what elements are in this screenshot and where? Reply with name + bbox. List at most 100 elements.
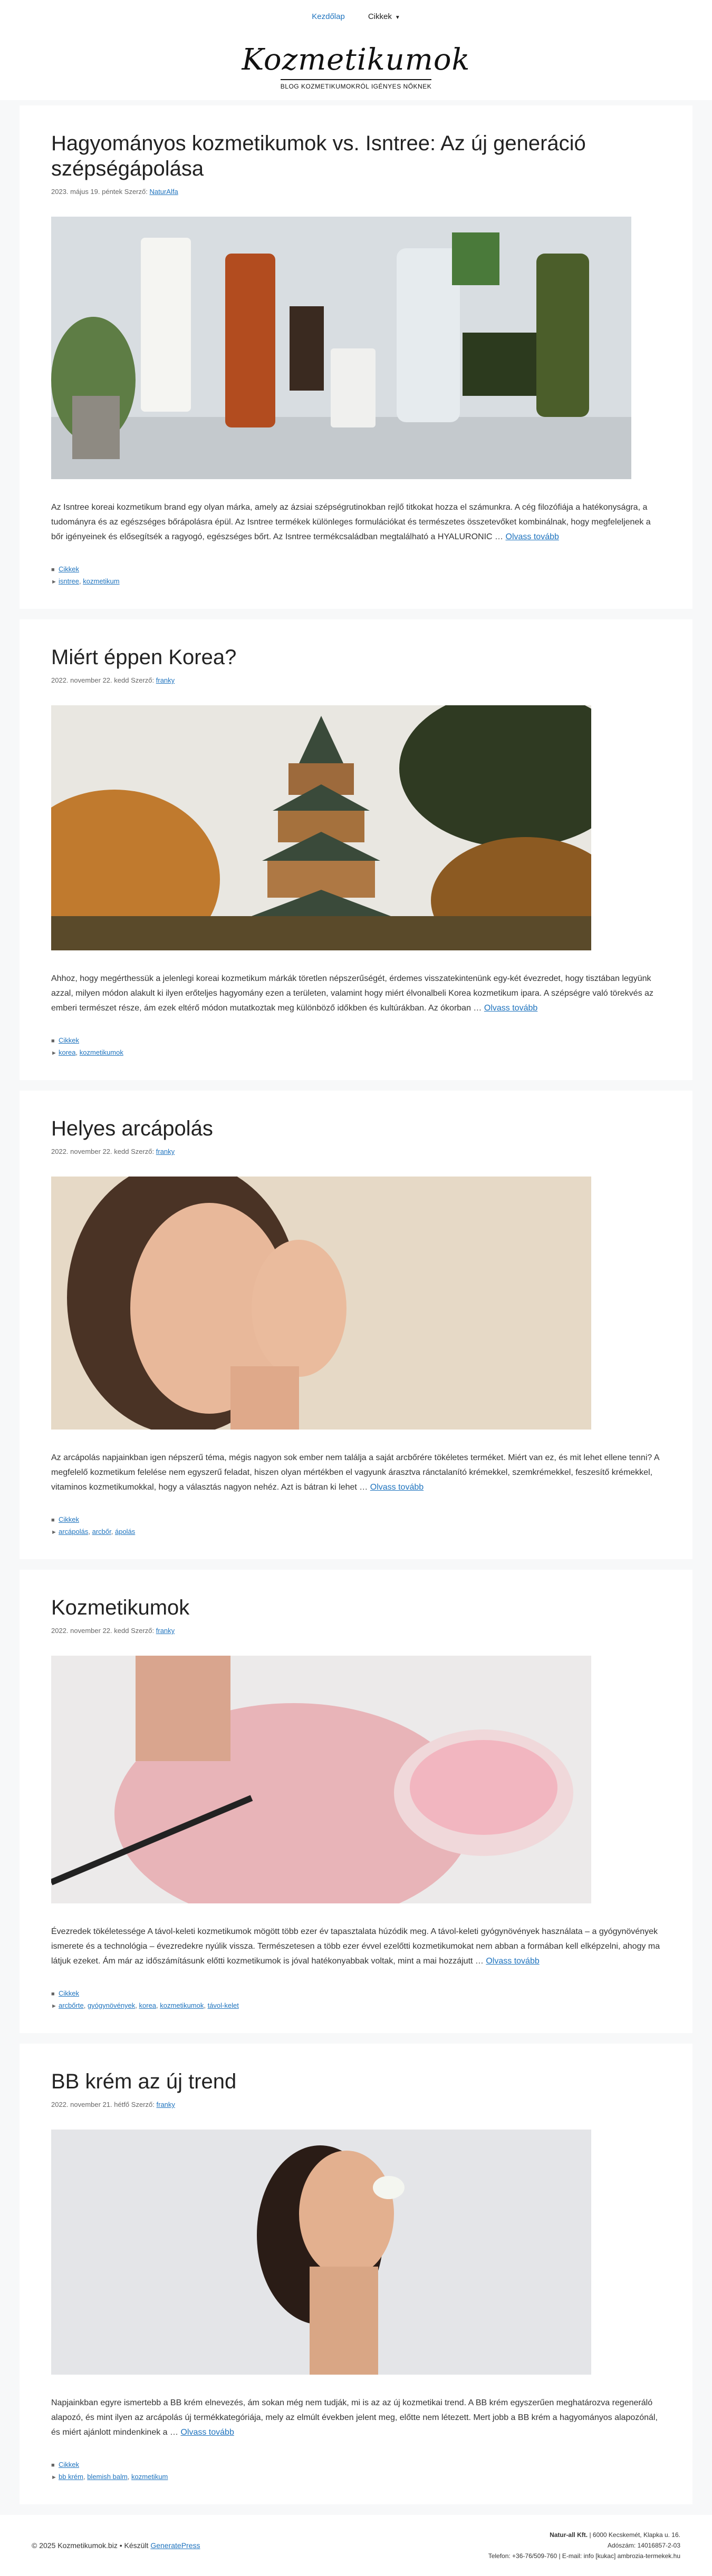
copyright-text: © 2025 Kozmetikumok.biz • Készült [32, 2541, 149, 2550]
tag-link[interactable]: kozmetikum [131, 2473, 168, 2481]
nav-home-link[interactable]: Kezdőlap [312, 12, 345, 21]
author-prefix: Szerző: [131, 676, 155, 684]
post-title[interactable]: BB krém az új trend [51, 2069, 661, 2094]
post-terms: ■ Cikkek ► isntree, kozmetikum [51, 563, 661, 588]
folder-icon: ■ [51, 567, 55, 573]
featured-image-bbcream[interactable] [51, 2130, 591, 2375]
excerpt-text: Az Isntree koreai kozmetikum brand egy o… [51, 503, 651, 541]
author-prefix: Szerző: [124, 188, 148, 196]
post-excerpt: Napjainkban egyre ismertebb a BB krém el… [51, 2396, 661, 2440]
author-prefix: Szerző: [131, 2101, 155, 2108]
author-prefix: Szerző: [131, 1148, 155, 1155]
post-terms: ■ Cikkek ► korea, kozmetikumok [51, 1035, 661, 1059]
tag-icon: ► [51, 1050, 57, 1056]
site-logo[interactable]: Kozmetikumok [242, 43, 470, 77]
featured-image-cosmetics[interactable] [51, 217, 631, 479]
folder-icon: ■ [51, 2462, 55, 2468]
site-tagline: BLOG KOZMETIKUMOKRÓL IGÉNYES NŐKNEK [280, 79, 432, 90]
company-name: Natur-all Kft. [550, 2531, 588, 2539]
read-more-link[interactable]: Olvass tovább [370, 1483, 424, 1492]
tag-link[interactable]: ápolás [115, 1528, 135, 1535]
author-link[interactable]: franky [156, 1627, 175, 1635]
excerpt-text: Az arcápolás napjainkban igen népszerű t… [51, 1453, 659, 1492]
featured-image-facecare[interactable] [51, 1177, 591, 1430]
read-more-link[interactable]: Olvass tovább [180, 2428, 234, 2437]
post-excerpt: Az arcápolás napjainkban igen népszerű t… [51, 1451, 661, 1495]
chevron-down-icon: ▼ [395, 14, 400, 21]
post-date: 2022. november 22. kedd [51, 676, 129, 684]
excerpt-text: Napjainkban egyre ismertebb a BB krém el… [51, 2398, 658, 2437]
tag-link[interactable]: kozmetikumok [80, 1048, 123, 1056]
post-meta: 2022. november 22. kedd Szerző: franky [51, 676, 661, 684]
post-excerpt: Ahhoz, hogy megérthessük a jelenlegi kor… [51, 971, 661, 1016]
featured-image-korea[interactable] [51, 705, 591, 950]
category-link[interactable]: Cikkek [59, 1515, 79, 1523]
post-card: Helyes arcápolás 2022. november 22. kedd… [20, 1091, 692, 1559]
tag-icon: ► [51, 1529, 57, 1535]
site-branding: Kozmetikumok BLOG KOZMETIKUMOKRÓL IGÉNYE… [0, 33, 712, 100]
tag-link[interactable]: arcbőrte [59, 2001, 84, 2009]
tag-link[interactable]: korea [139, 2001, 157, 2009]
tag-link[interactable]: bb krém [59, 2473, 83, 2481]
category-link[interactable]: Cikkek [59, 565, 79, 573]
footer-contact: Natur-all Kft. | 6000 Kecskemét, Klapka … [488, 2530, 680, 2561]
company-tax: Adószám: 14016857-2-03 [607, 2542, 680, 2549]
post-excerpt: Az Isntree koreai kozmetikum brand egy o… [51, 500, 661, 545]
post-meta: 2022. november 22. kedd Szerző: franky [51, 1627, 661, 1635]
author-link[interactable]: franky [156, 1148, 175, 1155]
post-date: 2022. november 22. kedd [51, 1627, 129, 1635]
tag-link[interactable]: isntree [59, 577, 79, 585]
tag-link[interactable]: korea [59, 1048, 76, 1056]
post-date: 2023. május 19. péntek [51, 188, 123, 196]
author-link[interactable]: franky [157, 2101, 175, 2108]
tag-icon: ► [51, 2474, 57, 2481]
author-prefix: Szerző: [131, 1627, 155, 1635]
read-more-link[interactable]: Olvass tovább [484, 1004, 537, 1013]
excerpt-text: Évezredek tökéletessége A távol-keleti k… [51, 1927, 660, 1966]
excerpt-text: Ahhoz, hogy megérthessük a jelenlegi kor… [51, 974, 653, 1013]
tag-link[interactable]: blemish balm [87, 2473, 128, 2481]
author-link[interactable]: franky [156, 676, 175, 684]
category-link[interactable]: Cikkek [59, 2461, 79, 2468]
post-date: 2022. november 21. hétfő [51, 2101, 130, 2108]
post-card: Hagyományos kozmetikumok vs. Isntree: Az… [20, 105, 692, 609]
tag-icon: ► [51, 579, 57, 585]
folder-icon: ■ [51, 1991, 55, 1997]
tag-link[interactable]: gyógynövények [88, 2001, 135, 2009]
tag-link[interactable]: kozmetikum [83, 577, 119, 585]
post-card: Miért éppen Korea? 2022. november 22. ke… [20, 619, 692, 1080]
post-meta: 2023. május 19. péntek Szerző: NaturAlfa [51, 188, 661, 196]
company-contact: Telefon: +36-76/509-760 | E-mail: info [… [488, 2552, 680, 2560]
post-terms: ■ Cikkek ► bb krém, blemish balm, kozmetik… [51, 2459, 661, 2483]
post-meta: 2022. november 22. kedd Szerző: franky [51, 1148, 661, 1155]
tag-link[interactable]: kozmetikumok [160, 2001, 204, 2009]
post-list: Hagyományos kozmetikumok vs. Isntree: Az… [20, 100, 692, 2504]
pink-face-mask-image [51, 1656, 591, 1903]
tag-icon: ► [51, 2003, 57, 2009]
company-address: | 6000 Kecskemét, Klapka u. 16. [589, 2531, 680, 2539]
nav-articles-label: Cikkek [368, 12, 392, 21]
post-title[interactable]: Helyes arcápolás [51, 1116, 661, 1141]
post-terms: ■ Cikkek ► arcápolás, arcbőr, ápolás [51, 1514, 661, 1538]
featured-image-facemask[interactable] [51, 1656, 591, 1903]
tag-link[interactable]: távol-kelet [208, 2001, 239, 2009]
tag-link[interactable]: arcbőr [92, 1528, 111, 1535]
nav-articles-link[interactable]: Cikkek ▼ [368, 12, 400, 21]
post-card: BB krém az új trend 2022. november 21. h… [20, 2044, 692, 2504]
builder-link[interactable]: GeneratePress [150, 2541, 200, 2550]
post-excerpt: Évezredek tökéletessége A távol-keleti k… [51, 1924, 661, 1969]
post-terms: ■ Cikkek ► arcbőrte, gyógynövények, korea,… [51, 1988, 661, 2012]
read-more-link[interactable]: Olvass tovább [506, 532, 559, 541]
post-title[interactable]: Miért éppen Korea? [51, 645, 661, 670]
category-link[interactable]: Cikkek [59, 1036, 79, 1044]
author-link[interactable]: NaturAlfa [149, 188, 178, 196]
post-title[interactable]: Kozmetikumok [51, 1595, 661, 1620]
site-footer: © 2025 Kozmetikumok.biz • Készült Genera… [0, 2515, 712, 2576]
korean-pagoda-image [51, 705, 591, 950]
top-navigation: Kezdőlap Cikkek ▼ [0, 0, 712, 33]
category-link[interactable]: Cikkek [59, 1989, 79, 1997]
read-more-link[interactable]: Olvass tovább [486, 1957, 539, 1966]
tag-link[interactable]: arcápolás [59, 1528, 88, 1535]
post-title[interactable]: Hagyományos kozmetikumok vs. Isntree: Az… [51, 131, 661, 181]
post-date: 2022. november 22. kedd [51, 1148, 129, 1155]
